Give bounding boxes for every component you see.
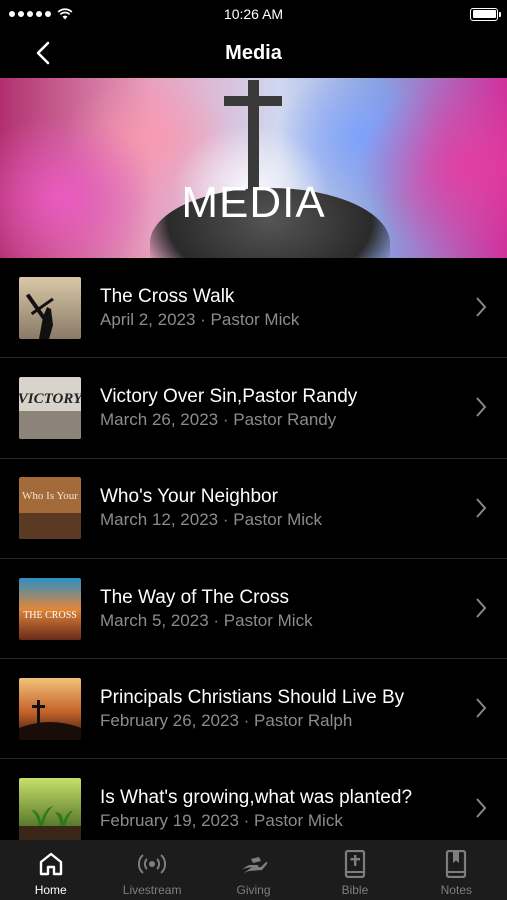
chevron-left-icon bbox=[36, 41, 50, 65]
media-thumbnail bbox=[19, 778, 81, 841]
chevron-right-icon bbox=[476, 598, 487, 618]
page-title: Media bbox=[225, 41, 282, 64]
media-list: The Cross Walk April 2, 2023 · Pastor Mi… bbox=[0, 258, 507, 860]
media-list-item[interactable]: The Cross Walk April 2, 2023 · Pastor Mi… bbox=[0, 258, 507, 359]
media-subtitle: March 5, 2023 · Pastor Mick bbox=[100, 610, 313, 630]
hero-banner: MEDIA bbox=[0, 78, 507, 258]
status-time: 10:26 AM bbox=[223, 6, 284, 22]
media-title: The Cross Walk bbox=[100, 285, 235, 307]
media-thumbnail: Who Is Your bbox=[19, 477, 81, 540]
media-list-item[interactable]: VICTORY Victory Over Sin,Pastor Randy Ma… bbox=[0, 358, 507, 459]
tab-label: Bible bbox=[341, 883, 369, 897]
hero-title: MEDIA bbox=[181, 178, 326, 227]
media-list-item[interactable]: THE CROSS The Way of The Cross March 5, … bbox=[0, 559, 507, 660]
media-title: Principals Christians Should Live By bbox=[100, 686, 405, 708]
tab-label: Home bbox=[34, 883, 67, 897]
tab-home[interactable]: Home bbox=[0, 840, 101, 900]
thumb-text: VICTORY bbox=[19, 391, 81, 407]
media-title: Who's Your Neighbor bbox=[100, 486, 278, 508]
tab-label: Notes bbox=[440, 883, 472, 897]
thumb-text: THE CROSS bbox=[23, 610, 77, 621]
back-button[interactable] bbox=[28, 38, 58, 68]
tab-giving[interactable]: Giving bbox=[203, 840, 304, 900]
media-list-item[interactable]: Who Is Your Who's Your Neighbor March 12… bbox=[0, 459, 507, 559]
media-thumbnail bbox=[19, 276, 81, 339]
signal-wifi-group bbox=[9, 8, 73, 20]
tab-bible[interactable]: Bible bbox=[304, 840, 405, 900]
tab-livestream[interactable]: Livestream bbox=[101, 840, 202, 900]
chevron-right-icon bbox=[476, 798, 487, 819]
signal-strength-icon bbox=[9, 11, 51, 17]
broadcast-icon bbox=[138, 854, 167, 874]
wifi-icon bbox=[57, 8, 73, 20]
chevron-right-icon bbox=[476, 698, 487, 718]
thumb-text: Who Is Your bbox=[22, 490, 78, 502]
media-title: Is What's growing,what was planted? bbox=[100, 787, 413, 809]
battery-icon bbox=[470, 7, 501, 21]
media-title: Victory Over Sin,Pastor Randy bbox=[100, 385, 358, 407]
notes-icon bbox=[446, 850, 467, 878]
tab-label: Giving bbox=[236, 883, 271, 897]
giving-hand-icon bbox=[241, 857, 267, 873]
tab-label: Livestream bbox=[122, 883, 182, 897]
cross-icon bbox=[224, 80, 282, 190]
media-subtitle: February 19, 2023 · Pastor Mick bbox=[100, 811, 343, 831]
status-bar: 10:26 AM bbox=[0, 0, 507, 28]
tab-bar: Home Livestream Giving Bible Notes bbox=[0, 840, 507, 900]
chevron-right-icon bbox=[476, 497, 487, 518]
media-title: The Way of The Cross bbox=[100, 586, 290, 608]
home-icon bbox=[39, 852, 62, 876]
media-subtitle: March 26, 2023 · Pastor Randy bbox=[100, 409, 337, 429]
media-list-item[interactable]: Principals Christians Should Live By Feb… bbox=[0, 659, 507, 760]
media-thumbnail bbox=[19, 677, 81, 740]
media-subtitle: March 12, 2023 · Pastor Mick bbox=[100, 510, 323, 530]
media-thumbnail: VICTORY bbox=[19, 376, 81, 439]
tab-notes[interactable]: Notes bbox=[406, 840, 507, 900]
media-subtitle: April 2, 2023 · Pastor Mick bbox=[100, 309, 300, 329]
media-thumbnail: THE CROSS bbox=[19, 577, 81, 640]
media-subtitle: February 26, 2023 · Pastor Ralph bbox=[100, 710, 353, 730]
bible-icon bbox=[344, 850, 366, 878]
chevron-right-icon bbox=[476, 297, 487, 317]
chevron-right-icon bbox=[476, 397, 487, 417]
nav-bar: Media bbox=[0, 28, 507, 78]
